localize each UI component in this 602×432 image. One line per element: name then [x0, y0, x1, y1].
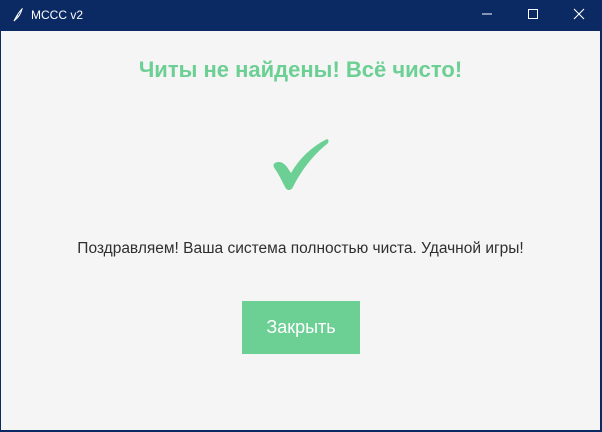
close-button[interactable]: Закрыть — [242, 301, 360, 354]
maximize-button[interactable] — [510, 0, 556, 31]
close-icon — [573, 7, 585, 25]
minimize-button[interactable] — [464, 0, 510, 31]
window-title: MCCC v2 — [31, 8, 84, 22]
title-bar[interactable]: MCCC v2 — [0, 0, 602, 31]
result-heading: Читы не найдены! Всё чисто! — [138, 57, 463, 82]
close-window-button[interactable] — [556, 0, 602, 31]
maximize-icon — [527, 7, 539, 25]
app-window: MCCC v2 Читы не найдены! Всё чисто! Позд… — [0, 0, 602, 432]
checkmark-icon — [269, 137, 333, 193]
minimize-icon — [481, 7, 493, 25]
dialog-content: Читы не найдены! Всё чисто! Поздравляем!… — [1, 31, 600, 430]
result-message: Поздравляем! Ваша система полностью чист… — [77, 240, 524, 257]
feather-icon — [12, 7, 24, 22]
